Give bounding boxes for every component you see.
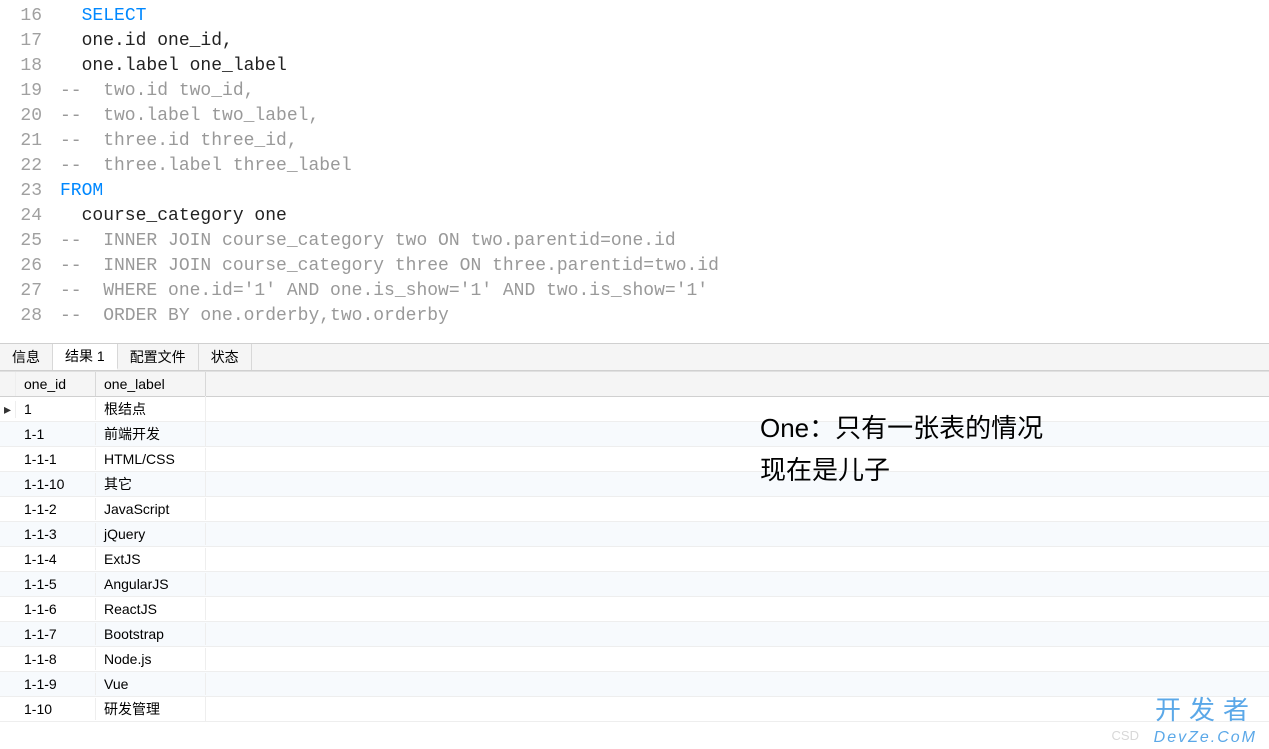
- cell-one-label[interactable]: HTML/CSS: [96, 448, 206, 470]
- code-content[interactable]: FROM: [60, 179, 103, 204]
- code-content[interactable]: course_category one: [60, 204, 287, 229]
- cell-one-label[interactable]: ExtJS: [96, 548, 206, 570]
- table-row[interactable]: 1-1-10其它: [0, 472, 1269, 497]
- code-content[interactable]: SELECT: [60, 4, 146, 29]
- cell-one-label[interactable]: Node.js: [96, 648, 206, 670]
- line-number: 20: [0, 104, 60, 129]
- line-number: 21: [0, 129, 60, 154]
- line-number: 24: [0, 204, 60, 229]
- annotation-text: One：只有一张表的情况 现在是儿子: [760, 408, 1043, 491]
- cell-one-id[interactable]: 1-1-7: [16, 623, 96, 645]
- line-number: 28: [0, 304, 60, 329]
- code-content[interactable]: -- three.id three_id,: [60, 129, 298, 154]
- table-row[interactable]: 1-1前端开发: [0, 422, 1269, 447]
- line-number: 25: [0, 229, 60, 254]
- table-row[interactable]: 1-1-2JavaScript: [0, 497, 1269, 522]
- table-row[interactable]: 1-10研发管理: [0, 697, 1269, 722]
- cell-one-label[interactable]: ReactJS: [96, 598, 206, 620]
- annotation-line-1: One：只有一张表的情况: [760, 408, 1043, 450]
- table-row[interactable]: 1-1-5AngularJS: [0, 572, 1269, 597]
- line-number: 16: [0, 4, 60, 29]
- code-line[interactable]: 28-- ORDER BY one.orderby,two.orderby: [0, 304, 1269, 329]
- table-row[interactable]: 1-1-3jQuery: [0, 522, 1269, 547]
- line-number: 27: [0, 279, 60, 304]
- column-header-one-id[interactable]: one_id: [16, 372, 96, 396]
- line-number: 18: [0, 54, 60, 79]
- column-header-one-label[interactable]: one_label: [96, 372, 206, 396]
- cell-one-id[interactable]: 1-10: [16, 698, 96, 720]
- table-row[interactable]: 1-1-4ExtJS: [0, 547, 1269, 572]
- cell-one-id[interactable]: 1-1-10: [16, 473, 96, 495]
- grid-header: one_id one_label: [0, 372, 1269, 397]
- code-content[interactable]: one.label one_label: [60, 54, 287, 79]
- row-marker: ▸: [0, 401, 16, 418]
- code-line[interactable]: 27-- WHERE one.id='1' AND one.is_show='1…: [0, 279, 1269, 304]
- code-content[interactable]: -- INNER JOIN course_category three ON t…: [60, 254, 719, 279]
- cell-one-id[interactable]: 1-1-4: [16, 548, 96, 570]
- cell-one-label[interactable]: Bootstrap: [96, 623, 206, 645]
- watermark-csdn: CSD: [1112, 728, 1139, 743]
- code-line[interactable]: 25-- INNER JOIN course_category two ON t…: [0, 229, 1269, 254]
- cell-one-label[interactable]: 前端开发: [96, 421, 206, 447]
- code-line[interactable]: 22-- three.label three_label: [0, 154, 1269, 179]
- cell-one-label[interactable]: JavaScript: [96, 498, 206, 520]
- cell-one-id[interactable]: 1-1-6: [16, 598, 96, 620]
- line-number: 17: [0, 29, 60, 54]
- watermark-en: DevZe.CoM: [1154, 729, 1257, 747]
- cell-one-label[interactable]: jQuery: [96, 523, 206, 545]
- line-number: 22: [0, 154, 60, 179]
- cell-one-label[interactable]: 其它: [96, 471, 206, 497]
- watermark-cn: 开发者: [1155, 690, 1257, 727]
- table-row[interactable]: 1-1-8Node.js: [0, 647, 1269, 672]
- code-line[interactable]: 26-- INNER JOIN course_category three ON…: [0, 254, 1269, 279]
- table-row[interactable]: 1-1-1HTML/CSS: [0, 447, 1269, 472]
- results-tabs: 信息结果 1配置文件状态: [0, 343, 1269, 371]
- code-line[interactable]: 24 course_category one: [0, 204, 1269, 229]
- tab-状态[interactable]: 状态: [199, 344, 252, 370]
- cell-one-id[interactable]: 1-1-5: [16, 573, 96, 595]
- cell-one-id[interactable]: 1: [16, 398, 96, 420]
- code-line[interactable]: 19-- two.id two_id,: [0, 79, 1269, 104]
- code-content[interactable]: -- WHERE one.id='1' AND one.is_show='1' …: [60, 279, 708, 304]
- table-row[interactable]: 1-1-9Vue: [0, 672, 1269, 697]
- table-row[interactable]: 1-1-6ReactJS: [0, 597, 1269, 622]
- code-content[interactable]: -- ORDER BY one.orderby,two.orderby: [60, 304, 449, 329]
- cell-one-label[interactable]: 研发管理: [96, 696, 206, 722]
- tab-结果 1[interactable]: 结果 1: [53, 344, 118, 370]
- code-content[interactable]: -- INNER JOIN course_category two ON two…: [60, 229, 676, 254]
- code-line[interactable]: 20-- two.label two_label,: [0, 104, 1269, 129]
- code-editor[interactable]: 16 SELECT17 one.id one_id,18 one.label o…: [0, 0, 1269, 333]
- line-number: 23: [0, 179, 60, 204]
- line-number: 26: [0, 254, 60, 279]
- cell-one-id[interactable]: 1-1-8: [16, 648, 96, 670]
- code-line[interactable]: 17 one.id one_id,: [0, 29, 1269, 54]
- cell-one-label[interactable]: 根结点: [96, 396, 206, 422]
- code-content[interactable]: -- two.id two_id,: [60, 79, 254, 104]
- code-content[interactable]: -- three.label three_label: [60, 154, 352, 179]
- code-line[interactable]: 23FROM: [0, 179, 1269, 204]
- annotation-line-2: 现在是儿子: [760, 450, 1043, 492]
- cell-one-id[interactable]: 1-1-1: [16, 448, 96, 470]
- cell-one-id[interactable]: 1-1-3: [16, 523, 96, 545]
- results-grid[interactable]: one_id one_label ▸1根结点1-1前端开发1-1-1HTML/C…: [0, 371, 1269, 722]
- cell-one-label[interactable]: AngularJS: [96, 573, 206, 595]
- cell-one-id[interactable]: 1-1-2: [16, 498, 96, 520]
- code-line[interactable]: 21-- three.id three_id,: [0, 129, 1269, 154]
- code-line[interactable]: 18 one.label one_label: [0, 54, 1269, 79]
- cell-one-id[interactable]: 1-1-9: [16, 673, 96, 695]
- table-row[interactable]: 1-1-7Bootstrap: [0, 622, 1269, 647]
- tab-信息[interactable]: 信息: [0, 344, 53, 370]
- cell-one-label[interactable]: Vue: [96, 673, 206, 695]
- cell-one-id[interactable]: 1-1: [16, 423, 96, 445]
- code-line[interactable]: 16 SELECT: [0, 4, 1269, 29]
- tab-配置文件[interactable]: 配置文件: [118, 344, 199, 370]
- code-content[interactable]: one.id one_id,: [60, 29, 233, 54]
- table-row[interactable]: ▸1根结点: [0, 397, 1269, 422]
- code-content[interactable]: -- two.label two_label,: [60, 104, 319, 129]
- line-number: 19: [0, 79, 60, 104]
- row-marker-header: [0, 372, 16, 396]
